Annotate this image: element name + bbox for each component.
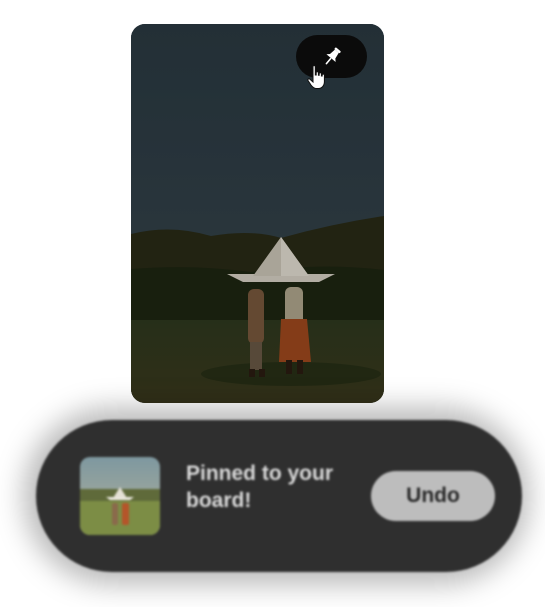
toast-thumbnail <box>80 457 160 535</box>
pin-confirmation-screen: Pinned to your board! Undo <box>0 0 545 607</box>
hand-pointer-icon <box>307 65 325 89</box>
undo-button[interactable]: Undo <box>371 471 495 521</box>
pinned-toast: Pinned to your board! Undo <box>36 420 522 572</box>
toast-message: Pinned to your board! <box>186 462 333 512</box>
pin-image-card[interactable] <box>131 24 384 403</box>
pin-hover-overlay <box>131 24 384 403</box>
